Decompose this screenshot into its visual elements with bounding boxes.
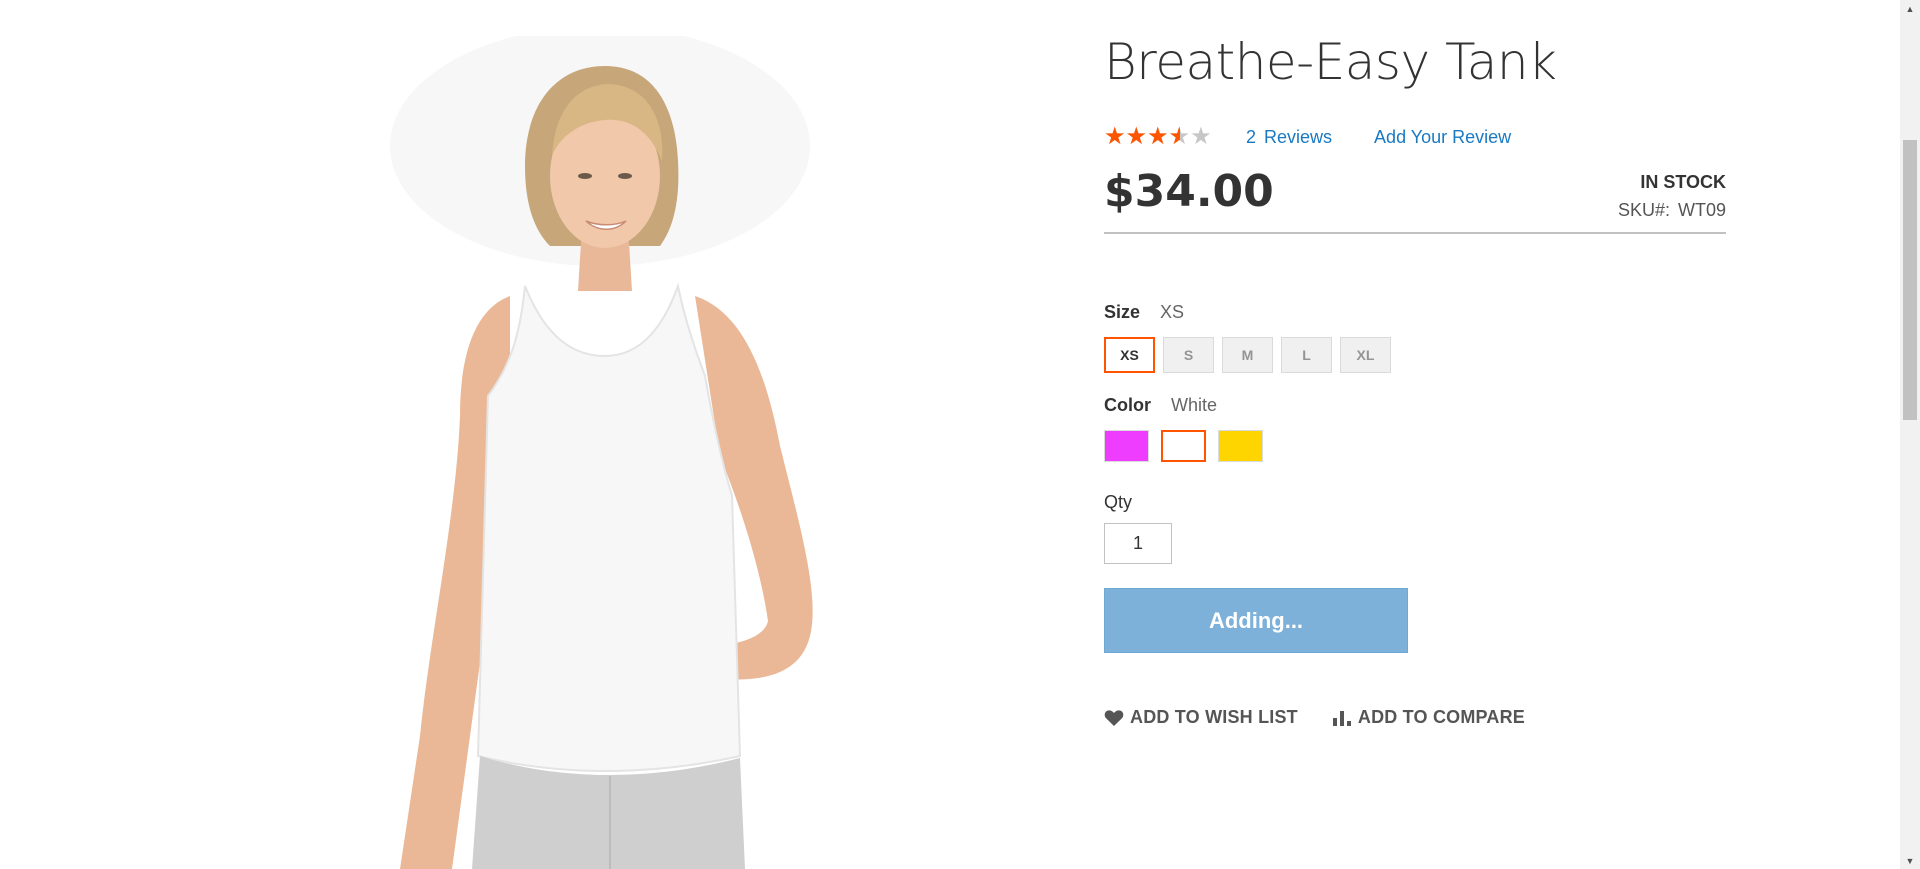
sku: SKU#: WT09 <box>1618 200 1726 221</box>
size-swatch-s[interactable]: S <box>1163 337 1214 373</box>
color-swatch-yellow[interactable] <box>1218 430 1263 462</box>
size-selected-value: XS <box>1160 302 1185 322</box>
size-swatch-l[interactable]: L <box>1281 337 1332 373</box>
price-box: $34.00 IN STOCK SKU#: WT09 <box>1104 164 1726 234</box>
qty-field: Qty <box>1104 492 1726 564</box>
qty-label: Qty <box>1104 492 1133 512</box>
stock-status: IN STOCK <box>1640 172 1726 192</box>
reviews-link[interactable]: 2 Reviews <box>1246 127 1332 148</box>
color-swatch-purple[interactable] <box>1104 430 1149 462</box>
sku-label: SKU#: <box>1617 200 1670 220</box>
product-title: Breathe-Easy Tank <box>1104 33 1557 91</box>
scroll-up-arrow-icon[interactable]: ▲ <box>1900 0 1920 17</box>
rating-stars: ★★★★★ ★★★★★ <box>1104 125 1214 149</box>
color-label: Color <box>1104 395 1151 415</box>
add-to-wishlist-link[interactable]: Add to Wish List <box>1104 707 1298 728</box>
reviews-label: Reviews <box>1264 126 1333 147</box>
size-swatch-xs[interactable]: XS <box>1104 337 1155 373</box>
page-scrollbar[interactable]: ▲ ▼ <box>1900 0 1920 869</box>
product-image[interactable] <box>360 36 940 869</box>
sku-value: WT09 <box>1677 200 1726 220</box>
scrollbar-thumb[interactable] <box>1903 140 1917 420</box>
size-swatches: XS S M L XL <box>1104 337 1726 373</box>
add-to-compare-label: Add to Compare <box>1357 707 1526 727</box>
reviews-summary: ★★★★★ ★★★★★ 2 Reviews Add Your Review <box>1104 122 1726 152</box>
color-swatch-white[interactable] <box>1161 430 1206 462</box>
bar-chart-icon <box>1332 709 1352 727</box>
add-to-cart-button[interactable]: Adding... <box>1104 588 1408 653</box>
model-photo <box>390 36 813 869</box>
size-swatch-m[interactable]: M <box>1222 337 1273 373</box>
add-review-link[interactable]: Add Your Review <box>1374 127 1511 148</box>
product-actions: Add to Wish List Add to Compare <box>1104 707 1726 728</box>
color-swatches <box>1104 430 1726 462</box>
size-option: Size XS XS S M L XL <box>1104 302 1726 373</box>
qty-input[interactable] <box>1104 523 1172 564</box>
heart-icon <box>1104 709 1124 727</box>
product-page: Breathe-Easy Tank ★★★★★ ★★★★★ 2 Reviews A… <box>0 0 1900 869</box>
product-info: Breathe-Easy Tank ★★★★★ ★★★★★ 2 Reviews A… <box>1104 30 1726 728</box>
color-selected-value: White <box>1171 395 1218 415</box>
review-count: 2 <box>1246 126 1257 147</box>
add-to-compare-link[interactable]: Add to Compare <box>1332 707 1525 728</box>
size-label: Size <box>1104 302 1141 322</box>
scroll-down-arrow-icon[interactable]: ▼ <box>1900 852 1920 869</box>
rating-stars-filled: ★★★★★ <box>1104 125 1180 149</box>
add-to-wishlist-label: Add to Wish List <box>1130 707 1298 727</box>
color-option: Color White <box>1104 395 1726 462</box>
size-swatch-xl[interactable]: XL <box>1340 337 1391 373</box>
product-price: $34.00 <box>1104 166 1274 217</box>
